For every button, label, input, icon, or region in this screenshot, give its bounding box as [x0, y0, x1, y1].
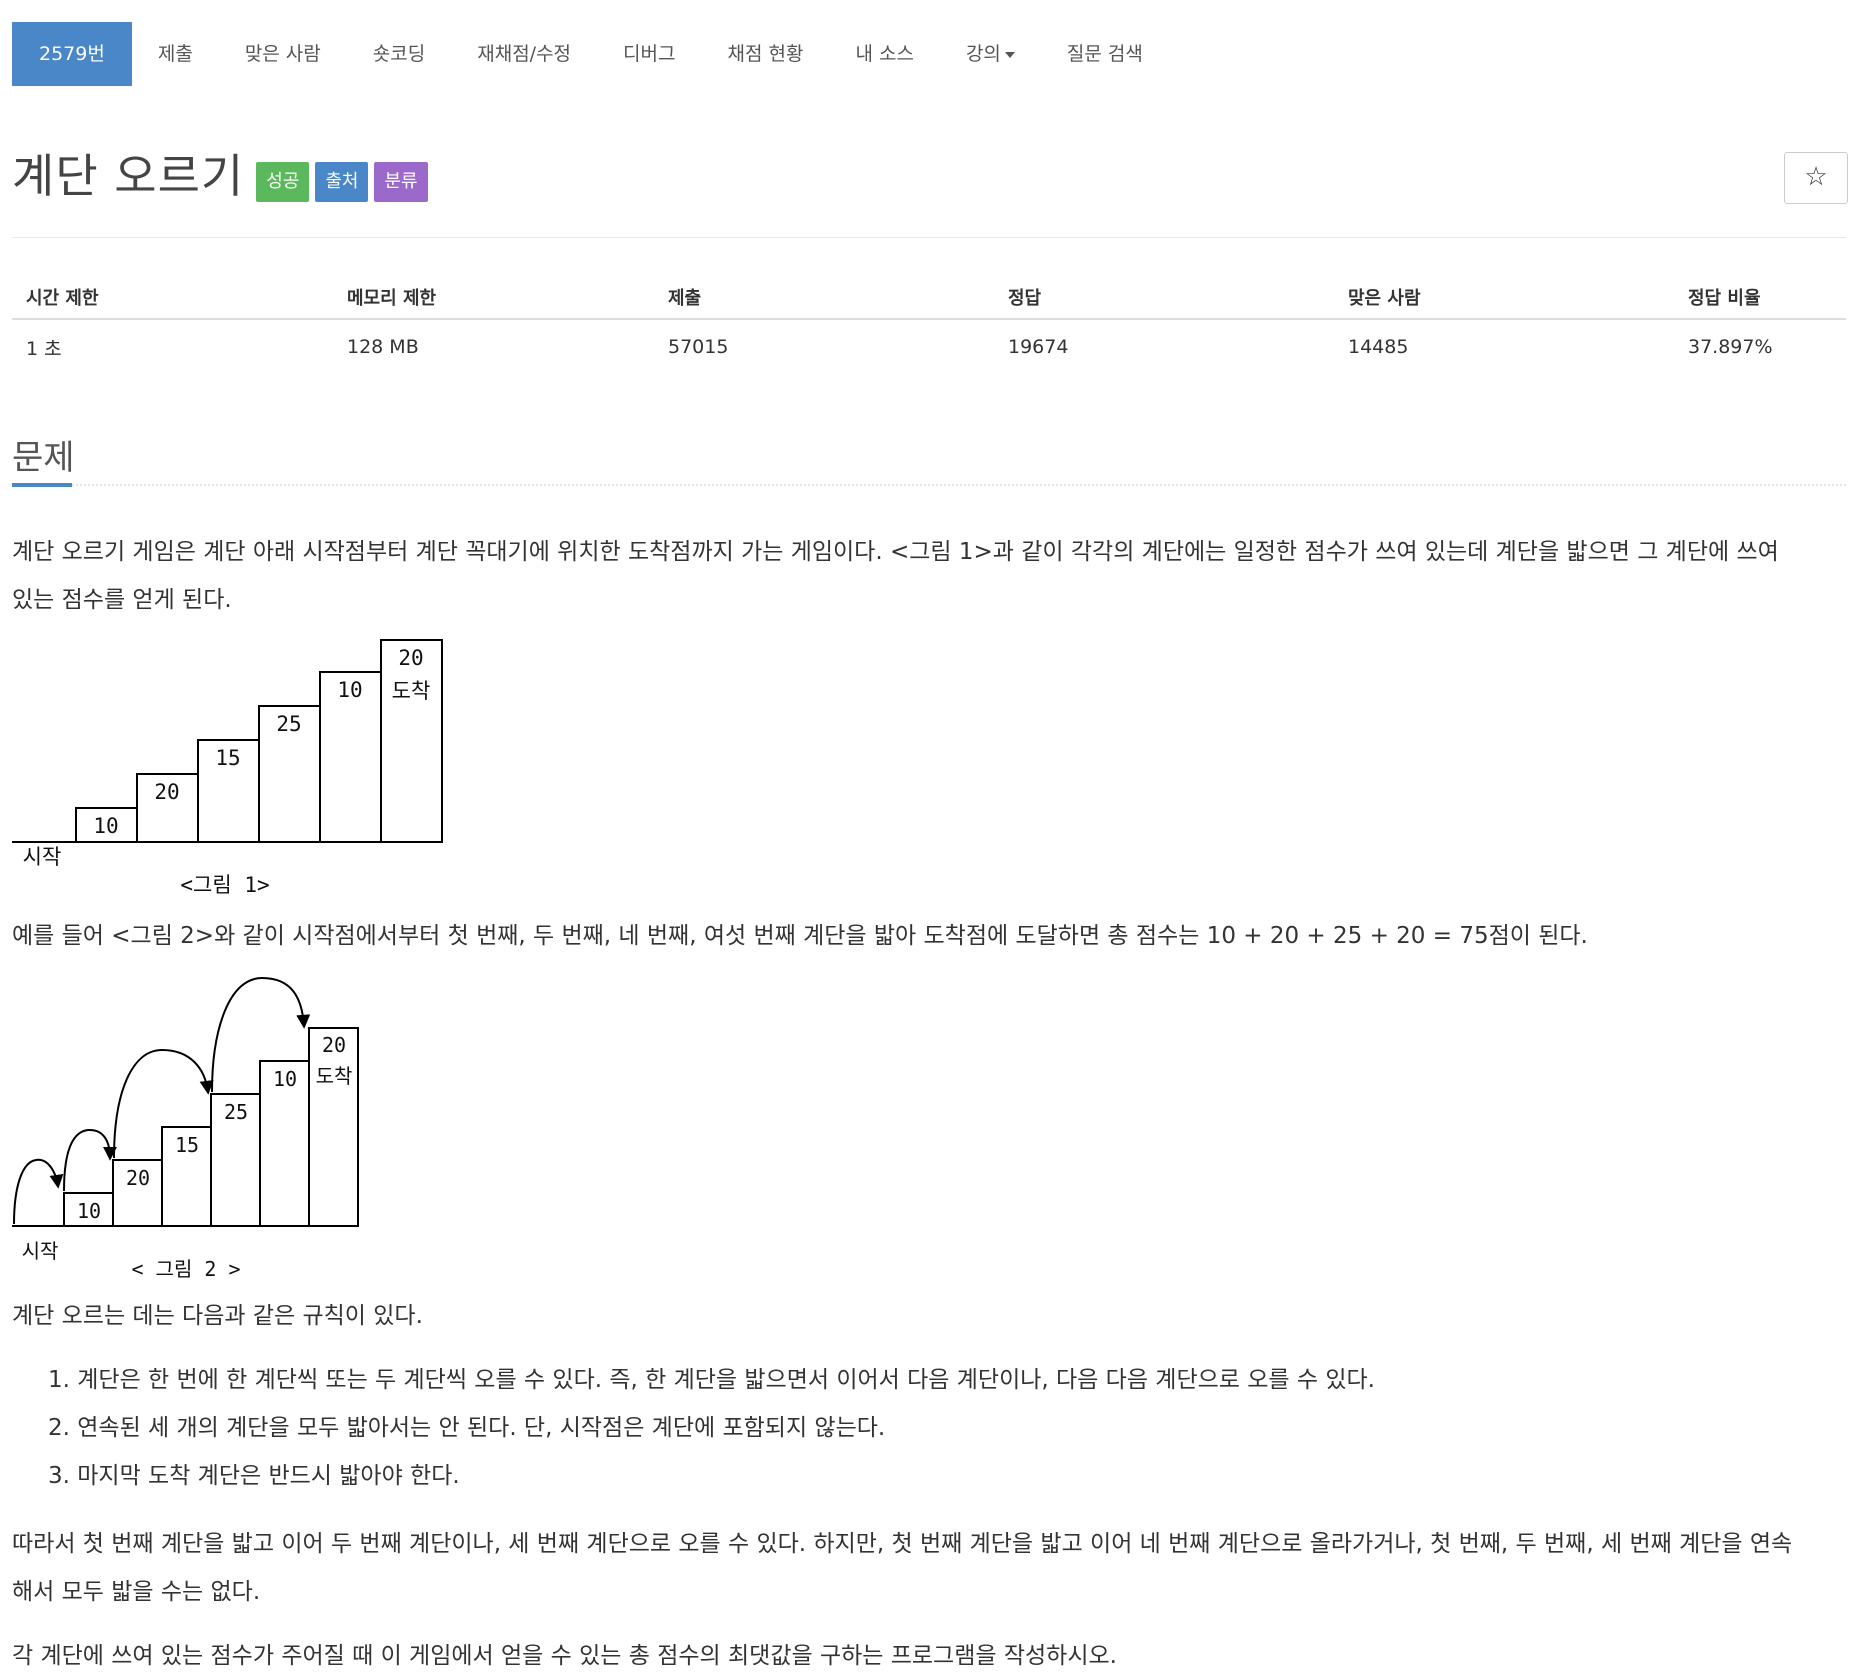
explanation-line-1: 따라서 첫 번째 계단을 밟고 이어 두 번째 계단이나, 세 번째 계단으로 … — [12, 1531, 1793, 1557]
rules-explanation: 따라서 첫 번째 계단을 밟고 이어 두 번째 계단이나, 세 번째 계단으로 … — [12, 1520, 1848, 1616]
tab-short-coding[interactable]: 숏코딩 — [347, 22, 451, 86]
tab-lecture-dropdown[interactable]: 강의 — [940, 22, 1041, 86]
tab-debug[interactable]: 디버그 — [597, 22, 701, 86]
tab-rejudge[interactable]: 재채점/수정 — [451, 22, 597, 86]
header-time-limit: 시간 제한 — [12, 276, 333, 320]
start-label: 시작 — [22, 1239, 59, 1263]
step-1-score: 10 — [93, 814, 118, 838]
start-label: 시작 — [23, 845, 62, 869]
section-divider — [12, 484, 1846, 486]
label-success: 성공 — [256, 162, 310, 202]
table-header-row: 시간 제한 메모리 제한 제출 정답 맞은 사람 정답 비율 — [12, 276, 1846, 320]
tab-problem-number[interactable]: 2579번 — [12, 22, 132, 86]
task-statement: 각 계단에 쓰여 있는 점수가 주어질 때 이 게임에서 얻을 수 있는 총 점… — [12, 1643, 1117, 1669]
step-6 — [308, 1027, 359, 1227]
tab-my-source[interactable]: 내 소스 — [829, 22, 939, 86]
problem-info-table: 시간 제한 메모리 제한 제출 정답 맞은 사람 정답 비율 1 초 128 M… — [12, 276, 1846, 374]
value-time-limit: 1 초 — [26, 337, 62, 360]
tab-submit[interactable]: 제출 — [132, 22, 219, 86]
section-title: 문제 — [12, 438, 75, 478]
step-2-score: 20 — [154, 780, 179, 804]
title-divider — [12, 237, 1846, 238]
description-line-2: 있는 점수를 얻게 된다. — [12, 587, 232, 613]
title-row: 계단 오르기 성공 출처 분류 — [12, 148, 428, 204]
finish-label: 도착 — [316, 1064, 353, 1088]
step-5-score: 10 — [337, 678, 362, 702]
value-accept-ratio: 37.897% — [1688, 336, 1773, 358]
favorite-star-button[interactable]: ☆ — [1784, 152, 1848, 204]
header-accept-ratio: 정답 비율 — [1674, 276, 1846, 320]
rules-intro: 계단 오르는 데는 다음과 같은 규칙이 있다. — [12, 1303, 423, 1329]
figure-1-staircase: 10 20 15 25 10 20 도착 시작 <그림 1> — [12, 639, 443, 897]
explanation-line-2: 해서 모두 밟을 수는 없다. — [12, 1579, 261, 1605]
step-5-score: 10 — [273, 1067, 297, 1091]
list-item: 1. 계단은 한 번에 한 계단씩 또는 두 계단씩 오를 수 있다. 즉, 한… — [48, 1367, 1375, 1393]
table-row: 1 초 128 MB 57015 19674 14485 37.897% — [12, 319, 1846, 374]
jump-arrow-2 — [63, 1128, 117, 1192]
header-submissions: 제출 — [654, 276, 994, 320]
rules-list: 1. 계단은 한 번에 한 계단씩 또는 두 계단씩 오를 수 있다. 즉, 한… — [48, 1356, 1828, 1500]
finish-label: 도착 — [392, 679, 431, 703]
jump-arrow-1 — [13, 1158, 64, 1225]
tab-accepted-users[interactable]: 맞은 사람 — [219, 22, 347, 86]
description-line-1: 계단 오르기 게임은 계단 아래 시작점부터 계단 꼭대기에 위치한 도착점까지… — [12, 539, 1779, 565]
step-4-score: 25 — [224, 1100, 248, 1124]
step-6-score: 20 — [398, 646, 423, 670]
step-3-score: 15 — [175, 1133, 199, 1157]
tab-lecture-label: 강의 — [965, 43, 1001, 65]
list-item: 3. 마지막 도착 계단은 반드시 밟아야 한다. — [48, 1463, 460, 1489]
step-6 — [380, 639, 443, 843]
header-memory-limit: 메모리 제한 — [333, 276, 654, 320]
page-title: 계단 오르기 — [12, 149, 245, 203]
value-memory-limit: 128 MB — [347, 336, 419, 358]
tab-status[interactable]: 채점 현황 — [702, 22, 830, 86]
label-category[interactable]: 분류 — [374, 162, 428, 202]
step-6-score: 20 — [322, 1033, 346, 1057]
problem-nav: 2579번 제출 맞은 사람 숏코딩 재채점/수정 디버그 채점 현황 내 소스… — [12, 22, 1169, 86]
step-4-score: 25 — [276, 712, 301, 736]
header-accepted-users: 맞은 사람 — [1334, 276, 1674, 320]
step-3-score: 15 — [215, 746, 240, 770]
value-accepted: 19674 — [1008, 336, 1069, 358]
step-2-score: 20 — [126, 1166, 150, 1190]
figure-2-caption: < 그림 2 > — [131, 1257, 240, 1281]
section-title-underline — [12, 483, 72, 487]
problem-page: 2579번 제출 맞은 사람 숏코딩 재채점/수정 디버그 채점 현황 내 소스… — [0, 0, 1854, 1676]
example-text: 예를 들어 <그림 2>와 같이 시작점에서부터 첫 번째, 두 번째, 네 번… — [12, 923, 1588, 949]
value-submissions: 57015 — [668, 336, 729, 358]
figure-1-caption: <그림 1> — [180, 873, 269, 897]
header-accepted: 정답 — [994, 276, 1334, 320]
label-source[interactable]: 출처 — [315, 162, 369, 202]
step-1-score: 10 — [77, 1199, 101, 1223]
list-item: 2. 연속된 세 개의 계단을 모두 밟아서는 안 된다. 단, 시작점은 계단… — [48, 1415, 886, 1441]
tab-question-search[interactable]: 질문 검색 — [1041, 22, 1169, 86]
figure-2-staircase-path: 10 20 15 25 10 20 도착 시작 < 그림 2 > — [12, 976, 359, 1281]
value-accepted-users: 14485 — [1348, 336, 1409, 358]
star-icon: ☆ — [1804, 162, 1828, 192]
problem-description: 계단 오르기 게임은 계단 아래 시작점부터 계단 꼭대기에 위치한 도착점까지… — [12, 528, 1848, 624]
caret-down-icon — [1004, 51, 1015, 58]
